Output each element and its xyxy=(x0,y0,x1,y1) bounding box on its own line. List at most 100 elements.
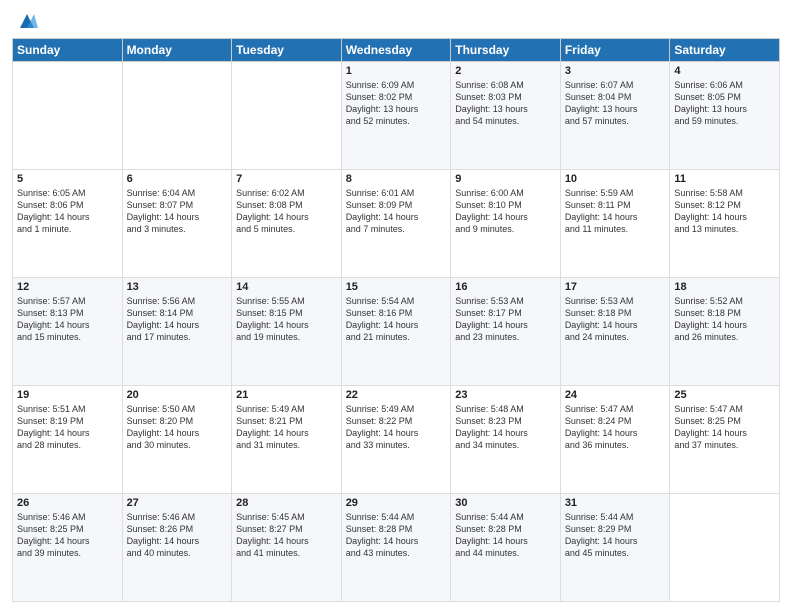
day-info: Sunrise: 5:53 AM Sunset: 8:17 PM Dayligh… xyxy=(455,295,556,344)
calendar-cell: 27 Sunrise: 5:46 AM Sunset: 8:26 PM Dayli… xyxy=(122,494,232,602)
day-info: Sunrise: 5:44 AM Sunset: 8:29 PM Dayligh… xyxy=(565,511,666,560)
day-number: 29 xyxy=(346,497,447,509)
calendar-cell: 31 Sunrise: 5:44 AM Sunset: 8:29 PM Dayli… xyxy=(560,494,670,602)
day-number: 21 xyxy=(236,389,337,401)
day-number: 1 xyxy=(346,65,447,77)
day-info: Sunrise: 5:45 AM Sunset: 8:27 PM Dayligh… xyxy=(236,511,337,560)
day-info: Sunrise: 6:00 AM Sunset: 8:10 PM Dayligh… xyxy=(455,187,556,236)
day-number: 19 xyxy=(17,389,118,401)
header xyxy=(12,10,780,32)
week-row-4: 19 Sunrise: 5:51 AM Sunset: 8:19 PM Dayli… xyxy=(13,386,780,494)
day-number: 16 xyxy=(455,281,556,293)
day-number: 30 xyxy=(455,497,556,509)
calendar-cell: 10 Sunrise: 5:59 AM Sunset: 8:11 PM Dayli… xyxy=(560,170,670,278)
calendar-cell: 22 Sunrise: 5:49 AM Sunset: 8:22 PM Dayli… xyxy=(341,386,451,494)
week-row-2: 5 Sunrise: 6:05 AM Sunset: 8:06 PM Daylig… xyxy=(13,170,780,278)
calendar-cell: 5 Sunrise: 6:05 AM Sunset: 8:06 PM Daylig… xyxy=(13,170,123,278)
calendar-cell xyxy=(670,494,780,602)
day-info: Sunrise: 6:06 AM Sunset: 8:05 PM Dayligh… xyxy=(674,79,775,128)
day-number: 11 xyxy=(674,173,775,185)
day-number: 8 xyxy=(346,173,447,185)
day-number: 10 xyxy=(565,173,666,185)
calendar-cell: 26 Sunrise: 5:46 AM Sunset: 8:25 PM Dayli… xyxy=(13,494,123,602)
day-number: 9 xyxy=(455,173,556,185)
calendar-cell: 21 Sunrise: 5:49 AM Sunset: 8:21 PM Dayli… xyxy=(232,386,342,494)
calendar-cell: 30 Sunrise: 5:44 AM Sunset: 8:28 PM Dayli… xyxy=(451,494,561,602)
calendar-cell xyxy=(13,62,123,170)
day-info: Sunrise: 6:01 AM Sunset: 8:09 PM Dayligh… xyxy=(346,187,447,236)
day-number: 25 xyxy=(674,389,775,401)
calendar-cell: 7 Sunrise: 6:02 AM Sunset: 8:08 PM Daylig… xyxy=(232,170,342,278)
calendar-cell: 23 Sunrise: 5:48 AM Sunset: 8:23 PM Dayli… xyxy=(451,386,561,494)
day-info: Sunrise: 5:51 AM Sunset: 8:19 PM Dayligh… xyxy=(17,403,118,452)
week-row-1: 1Sunrise: 6:09 AM Sunset: 8:02 PM Daylig… xyxy=(13,62,780,170)
day-number: 5 xyxy=(17,173,118,185)
day-info: Sunrise: 5:52 AM Sunset: 8:18 PM Dayligh… xyxy=(674,295,775,344)
calendar-cell: 15Sunrise: 5:54 AM Sunset: 8:16 PM Dayli… xyxy=(341,278,451,386)
calendar-cell: 13 Sunrise: 5:56 AM Sunset: 8:14 PM Dayli… xyxy=(122,278,232,386)
calendar-cell: 4 Sunrise: 6:06 AM Sunset: 8:05 PM Daylig… xyxy=(670,62,780,170)
calendar-cell: 6Sunrise: 6:04 AM Sunset: 8:07 PM Daylig… xyxy=(122,170,232,278)
day-info: Sunrise: 6:08 AM Sunset: 8:03 PM Dayligh… xyxy=(455,79,556,128)
day-info: Sunrise: 5:48 AM Sunset: 8:23 PM Dayligh… xyxy=(455,403,556,452)
day-number: 4 xyxy=(674,65,775,77)
day-info: Sunrise: 5:49 AM Sunset: 8:22 PM Dayligh… xyxy=(346,403,447,452)
day-info: Sunrise: 5:46 AM Sunset: 8:26 PM Dayligh… xyxy=(127,511,228,560)
calendar-cell xyxy=(122,62,232,170)
day-number: 22 xyxy=(346,389,447,401)
week-row-3: 12 Sunrise: 5:57 AM Sunset: 8:13 PM Dayli… xyxy=(13,278,780,386)
calendar-cell: 18 Sunrise: 5:52 AM Sunset: 8:18 PM Dayli… xyxy=(670,278,780,386)
day-info: Sunrise: 5:47 AM Sunset: 8:25 PM Dayligh… xyxy=(674,403,775,452)
col-header-friday: Friday xyxy=(560,39,670,62)
col-header-saturday: Saturday xyxy=(670,39,780,62)
day-info: Sunrise: 6:07 AM Sunset: 8:04 PM Dayligh… xyxy=(565,79,666,128)
calendar-cell: 16 Sunrise: 5:53 AM Sunset: 8:17 PM Dayli… xyxy=(451,278,561,386)
day-info: Sunrise: 5:53 AM Sunset: 8:18 PM Dayligh… xyxy=(565,295,666,344)
page: SundayMondayTuesdayWednesdayThursdayFrid… xyxy=(0,0,792,612)
calendar-header-row: SundayMondayTuesdayWednesdayThursdayFrid… xyxy=(13,39,780,62)
calendar-cell: 19 Sunrise: 5:51 AM Sunset: 8:19 PM Dayli… xyxy=(13,386,123,494)
day-number: 7 xyxy=(236,173,337,185)
day-number: 14 xyxy=(236,281,337,293)
calendar-cell: 9 Sunrise: 6:00 AM Sunset: 8:10 PM Daylig… xyxy=(451,170,561,278)
day-info: Sunrise: 5:59 AM Sunset: 8:11 PM Dayligh… xyxy=(565,187,666,236)
day-number: 3 xyxy=(565,65,666,77)
day-info: Sunrise: 5:46 AM Sunset: 8:25 PM Dayligh… xyxy=(17,511,118,560)
calendar-cell: 2 Sunrise: 6:08 AM Sunset: 8:03 PM Daylig… xyxy=(451,62,561,170)
day-number: 18 xyxy=(674,281,775,293)
week-row-5: 26 Sunrise: 5:46 AM Sunset: 8:25 PM Dayli… xyxy=(13,494,780,602)
day-info: Sunrise: 5:56 AM Sunset: 8:14 PM Dayligh… xyxy=(127,295,228,344)
day-number: 31 xyxy=(565,497,666,509)
day-info: Sunrise: 5:55 AM Sunset: 8:15 PM Dayligh… xyxy=(236,295,337,344)
day-info: Sunrise: 5:57 AM Sunset: 8:13 PM Dayligh… xyxy=(17,295,118,344)
day-info: Sunrise: 5:44 AM Sunset: 8:28 PM Dayligh… xyxy=(346,511,447,560)
col-header-sunday: Sunday xyxy=(13,39,123,62)
day-info: Sunrise: 6:02 AM Sunset: 8:08 PM Dayligh… xyxy=(236,187,337,236)
calendar-cell: 1Sunrise: 6:09 AM Sunset: 8:02 PM Daylig… xyxy=(341,62,451,170)
day-info: Sunrise: 5:49 AM Sunset: 8:21 PM Dayligh… xyxy=(236,403,337,452)
day-info: Sunrise: 5:44 AM Sunset: 8:28 PM Dayligh… xyxy=(455,511,556,560)
calendar-cell: 17 Sunrise: 5:53 AM Sunset: 8:18 PM Dayli… xyxy=(560,278,670,386)
day-number: 13 xyxy=(127,281,228,293)
col-header-thursday: Thursday xyxy=(451,39,561,62)
day-number: 23 xyxy=(455,389,556,401)
day-number: 26 xyxy=(17,497,118,509)
day-number: 27 xyxy=(127,497,228,509)
day-number: 2 xyxy=(455,65,556,77)
calendar-cell: 28Sunrise: 5:45 AM Sunset: 8:27 PM Dayli… xyxy=(232,494,342,602)
day-number: 24 xyxy=(565,389,666,401)
calendar-cell: 24Sunrise: 5:47 AM Sunset: 8:24 PM Dayli… xyxy=(560,386,670,494)
logo-icon xyxy=(16,10,38,32)
day-number: 17 xyxy=(565,281,666,293)
day-info: Sunrise: 6:04 AM Sunset: 8:07 PM Dayligh… xyxy=(127,187,228,236)
day-number: 12 xyxy=(17,281,118,293)
calendar-cell: 14 Sunrise: 5:55 AM Sunset: 8:15 PM Dayli… xyxy=(232,278,342,386)
calendar-cell: 29 Sunrise: 5:44 AM Sunset: 8:28 PM Dayli… xyxy=(341,494,451,602)
day-info: Sunrise: 5:58 AM Sunset: 8:12 PM Dayligh… xyxy=(674,187,775,236)
logo xyxy=(12,10,38,32)
day-info: Sunrise: 5:54 AM Sunset: 8:16 PM Dayligh… xyxy=(346,295,447,344)
day-info: Sunrise: 6:05 AM Sunset: 8:06 PM Dayligh… xyxy=(17,187,118,236)
calendar-cell: 3 Sunrise: 6:07 AM Sunset: 8:04 PM Daylig… xyxy=(560,62,670,170)
calendar-cell: 12 Sunrise: 5:57 AM Sunset: 8:13 PM Dayli… xyxy=(13,278,123,386)
col-header-tuesday: Tuesday xyxy=(232,39,342,62)
